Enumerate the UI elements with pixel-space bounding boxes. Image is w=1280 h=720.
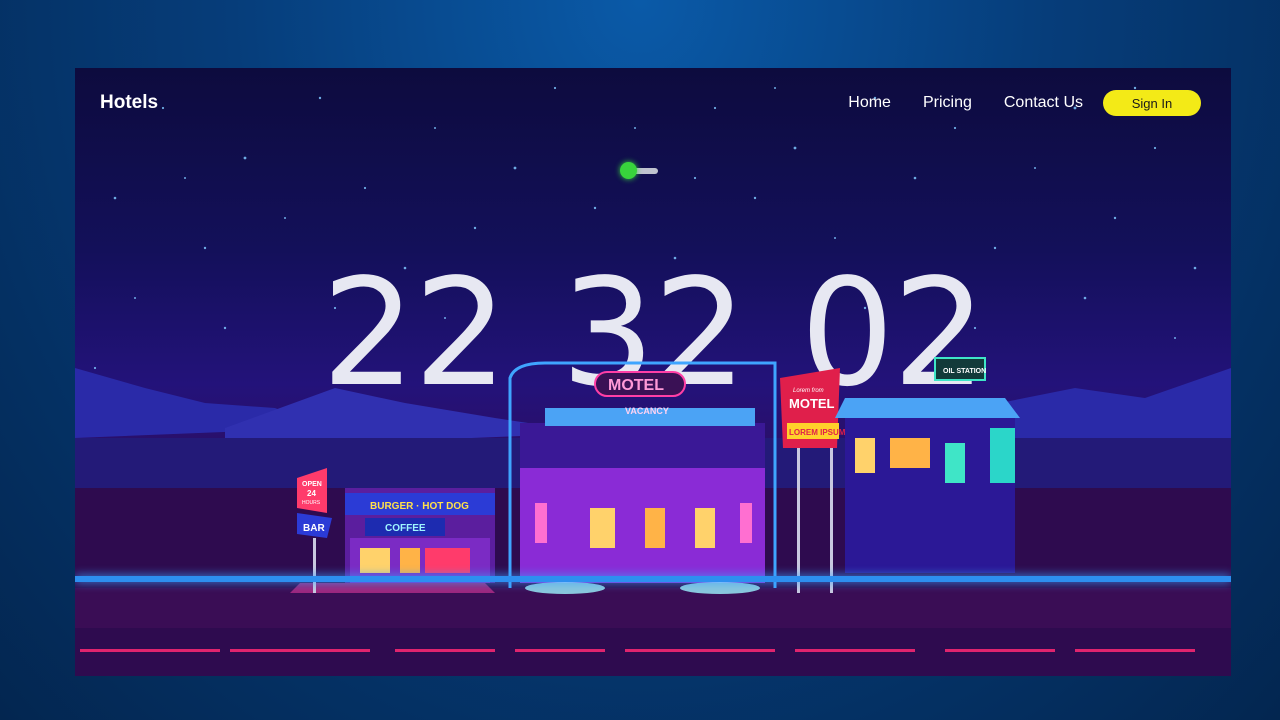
- burger-sign: BURGER · HOT DOG: [370, 501, 469, 512]
- bar-sign: BAR: [303, 523, 325, 534]
- top-navigation: Hotels Home Pricing Contact Us Sign In: [75, 68, 1231, 138]
- vacancy-sign: VACANCY: [625, 406, 669, 416]
- road-edge-line: [75, 576, 1231, 582]
- theme-toggle[interactable]: [620, 162, 660, 179]
- motel-building: MOTEL VACANCY: [508, 361, 777, 594]
- toggle-knob: [620, 162, 637, 179]
- oil-station: OIL STATION: [835, 357, 1020, 573]
- sign-in-button[interactable]: Sign In: [1103, 90, 1201, 116]
- roadside-scene: BURGER · HOT DOG COFFEE OPEN 24 HOURS BA…: [75, 357, 1231, 676]
- open-sign-text: OPEN: [302, 481, 322, 488]
- hero-frame: Hotels Home Pricing Contact Us Sign In 2…: [75, 68, 1231, 676]
- open-sign-hours: HOURS: [302, 500, 321, 506]
- motel-sign-2: MOTEL: [789, 396, 835, 411]
- nav-menu: Home Pricing Contact Us Sign In: [848, 90, 1201, 116]
- motel-sign-small: Lorem from: [793, 388, 824, 394]
- open-sign-number: 24: [307, 489, 316, 498]
- motel-sign: MOTEL: [608, 377, 664, 394]
- logo[interactable]: Hotels: [100, 92, 158, 114]
- lorem-sign: LOREM IPSUM: [789, 428, 846, 437]
- nav-link-pricing[interactable]: Pricing: [923, 92, 972, 114]
- coffee-sign: COFFEE: [385, 523, 426, 534]
- oil-station-sign: OIL STATION: [943, 368, 986, 375]
- nav-link-home[interactable]: Home: [848, 92, 891, 114]
- nav-link-contact[interactable]: Contact Us: [1004, 92, 1083, 114]
